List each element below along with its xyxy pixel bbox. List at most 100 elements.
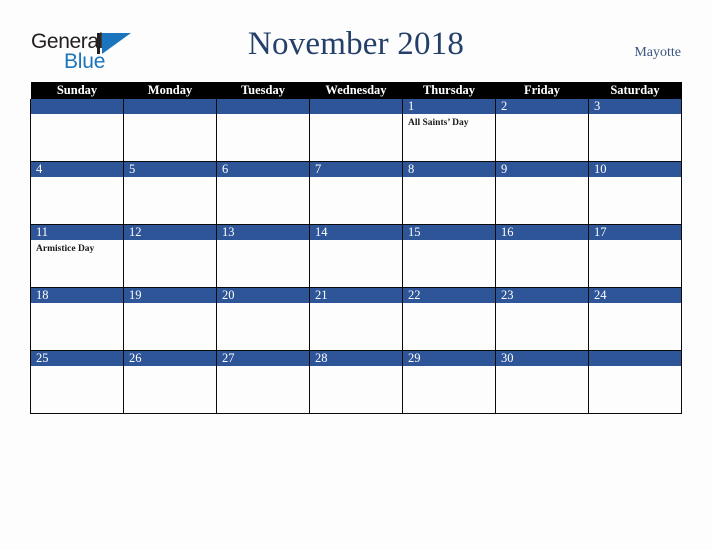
day-cell-15[interactable]: 15	[402, 224, 496, 288]
day-number: 10	[589, 162, 681, 177]
day-events: All Saints’ Day	[403, 114, 495, 129]
weekday-header-wednesday: Wednesday	[309, 82, 403, 99]
day-cell-26[interactable]: 26	[123, 350, 217, 414]
day-cell-2[interactable]: 2	[495, 99, 589, 162]
day-cell-19[interactable]: 19	[123, 287, 217, 351]
day-cell-empty[interactable]	[30, 99, 124, 162]
day-cell-13[interactable]: 13	[216, 224, 310, 288]
day-number: 9	[496, 162, 588, 177]
day-cell-empty[interactable]	[216, 99, 310, 162]
region-label: Mayotte	[634, 45, 681, 60]
day-cell-content	[589, 351, 681, 413]
day-cell-12[interactable]: 12	[123, 224, 217, 288]
day-cell-content: 26	[124, 351, 216, 413]
day-number: 20	[217, 288, 309, 303]
day-cell-empty[interactable]	[309, 99, 403, 162]
day-number: 22	[403, 288, 495, 303]
day-number: 21	[310, 288, 402, 303]
day-number: 6	[217, 162, 309, 177]
day-cell-empty[interactable]	[123, 99, 217, 162]
day-cell-1[interactable]: 1 All Saints’ Day	[402, 99, 496, 162]
calendar-week-row: 25 26 27 28 29 30	[30, 350, 682, 414]
day-number: 13	[217, 225, 309, 240]
day-cell-content: 21	[310, 288, 402, 350]
calendar-weekday-header-row: Sunday Monday Tuesday Wednesday Thursday Frid…	[30, 82, 682, 99]
day-cell-20[interactable]: 20	[216, 287, 310, 351]
day-number: 17	[589, 225, 681, 240]
day-number	[124, 99, 216, 114]
day-cell-22[interactable]: 22	[402, 287, 496, 351]
day-number: 11	[31, 225, 123, 240]
day-cell-content: 18	[31, 288, 123, 350]
day-cell-23[interactable]: 23	[495, 287, 589, 351]
day-cell-21[interactable]: 21	[309, 287, 403, 351]
day-cell-content: 20	[217, 288, 309, 350]
day-cell-30[interactable]: 30	[495, 350, 589, 414]
day-cell-content: 29	[403, 351, 495, 413]
day-cell-content	[217, 99, 309, 161]
calendar-week-row: 1 All Saints’ Day 2 3	[30, 99, 682, 162]
day-cell-25[interactable]: 25	[30, 350, 124, 414]
day-cell-content: 16	[496, 225, 588, 287]
day-number: 27	[217, 351, 309, 366]
weekday-header-saturday: Saturday	[588, 82, 682, 99]
day-number	[217, 99, 309, 114]
day-cell-5[interactable]: 5	[123, 161, 217, 225]
day-cell-29[interactable]: 29	[402, 350, 496, 414]
day-cell-content: 24	[589, 288, 681, 350]
day-cell-content: 7	[310, 162, 402, 224]
day-cell-8[interactable]: 8	[402, 161, 496, 225]
day-number: 25	[31, 351, 123, 366]
day-cell-content: 4	[31, 162, 123, 224]
day-cell-content: 25	[31, 351, 123, 413]
holiday-label: All Saints’ Day	[408, 118, 469, 128]
day-number: 18	[31, 288, 123, 303]
day-cell-content	[310, 99, 402, 161]
day-number: 16	[496, 225, 588, 240]
day-cell-9[interactable]: 9	[495, 161, 589, 225]
day-cell-24[interactable]: 24	[588, 287, 682, 351]
page-header: General Blue November 2018 Mayotte	[0, 0, 712, 84]
weekday-header-friday: Friday	[495, 82, 589, 99]
day-cell-3[interactable]: 3	[588, 99, 682, 162]
day-cell-28[interactable]: 28	[309, 350, 403, 414]
day-cell-content	[31, 99, 123, 161]
day-cell-content: 22	[403, 288, 495, 350]
day-number: 29	[403, 351, 495, 366]
day-cell-14[interactable]: 14	[309, 224, 403, 288]
day-cell-content: 15	[403, 225, 495, 287]
weekday-header-sunday: Sunday	[30, 82, 124, 99]
day-cell-4[interactable]: 4	[30, 161, 124, 225]
day-cell-17[interactable]: 17	[588, 224, 682, 288]
day-cell-7[interactable]: 7	[309, 161, 403, 225]
calendar-week-row: 4 5 6 7 8 9 10	[30, 161, 682, 225]
day-events: Armistice Day	[31, 240, 123, 255]
day-number: 5	[124, 162, 216, 177]
day-cell-content: 5	[124, 162, 216, 224]
day-cell-content: 11 Armistice Day	[31, 225, 123, 287]
day-number: 1	[403, 99, 495, 114]
day-cell-18[interactable]: 18	[30, 287, 124, 351]
day-cell-content: 10	[589, 162, 681, 224]
day-cell-16[interactable]: 16	[495, 224, 589, 288]
day-cell-27[interactable]: 27	[216, 350, 310, 414]
day-number: 26	[124, 351, 216, 366]
calendar-grid: Sunday Monday Tuesday Wednesday Thursday Frid…	[30, 82, 682, 414]
day-cell-content: 1 All Saints’ Day	[403, 99, 495, 161]
day-cell-content: 27	[217, 351, 309, 413]
day-cell-content: 6	[217, 162, 309, 224]
day-number: 19	[124, 288, 216, 303]
day-cell-content: 19	[124, 288, 216, 350]
day-number: 8	[403, 162, 495, 177]
day-cell-11[interactable]: 11 Armistice Day	[30, 224, 124, 288]
day-cell-10[interactable]: 10	[588, 161, 682, 225]
day-cell-content: 3	[589, 99, 681, 161]
day-number: 15	[403, 225, 495, 240]
weekday-header-thursday: Thursday	[402, 82, 496, 99]
day-cell-content: 8	[403, 162, 495, 224]
calendar-body: 1 All Saints’ Day 2 3 4 5 6 7 8 9 10 11 Armistice Da…	[30, 99, 682, 414]
day-cell-6[interactable]: 6	[216, 161, 310, 225]
day-number: 14	[310, 225, 402, 240]
day-cell-empty[interactable]	[588, 350, 682, 414]
day-cell-content: 23	[496, 288, 588, 350]
